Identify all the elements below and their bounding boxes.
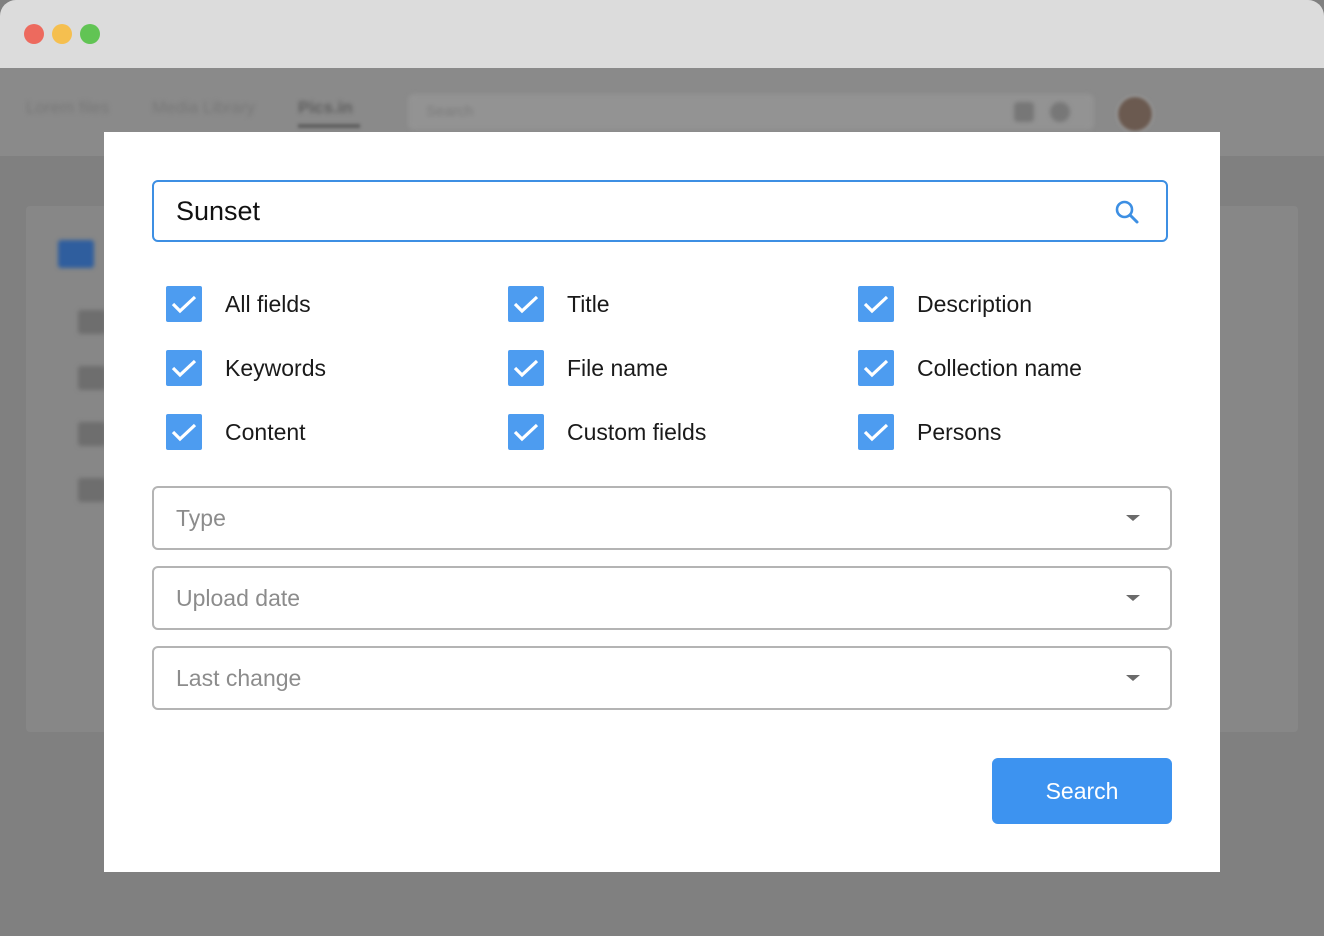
chevron-down-icon [1126,595,1140,601]
checkbox-label: File name [567,354,668,381]
checkbox-label: Keywords [225,354,326,381]
checkbox-content[interactable]: Content [166,412,306,452]
type-select-placeholder: Type [176,505,226,531]
avatar [1116,95,1154,133]
search-icon [1050,102,1070,122]
search-field [152,180,1168,242]
tab-lorem-files: Lorem files [26,98,110,117]
search-icon[interactable] [1114,199,1140,225]
active-tab-indicator [298,124,360,128]
checkbox-checked[interactable] [166,350,202,386]
checkbox-checked[interactable] [508,350,544,386]
checkbox-label: Content [225,418,306,445]
checkbox-checked[interactable] [858,286,894,322]
tab-media-library: Media Library [152,98,255,117]
advanced-search-modal: All fields Title Description Keywords Fi… [104,132,1220,872]
checkbox-label: Title [567,290,610,317]
upload-date-select-placeholder: Upload date [176,585,301,611]
checkbox-description[interactable]: Description [858,284,1032,324]
checkbox-label: Description [917,290,1033,317]
last-change-select[interactable]: Last change [152,646,1172,710]
checkbox-label: Collection name [917,354,1082,381]
folder-icon [78,422,106,446]
checkbox-checked[interactable] [858,414,894,450]
checkbox-checked[interactable] [508,286,544,322]
checkbox-checked[interactable] [508,414,544,450]
checkbox-collection-name[interactable]: Collection name [858,348,1082,388]
chevron-down-icon [1126,515,1140,521]
checkbox-checked[interactable] [166,414,202,450]
last-change-select-placeholder: Last change [176,665,302,691]
checkbox-title[interactable]: Title [508,284,610,324]
checkbox-label: All fields [225,290,311,317]
tab-pics-in: Pics.in [298,98,353,117]
upload-date-select[interactable]: Upload date [152,566,1172,630]
maximize-window-button[interactable] [80,24,100,44]
folder-icon [58,240,94,268]
checkbox-label: Custom fields [567,418,707,445]
checkbox-checked[interactable] [858,350,894,386]
grid-icon [1014,102,1034,122]
folder-icon [78,310,106,334]
checkbox-file-name[interactable]: File name [508,348,668,388]
folder-icon [78,366,106,390]
close-window-button[interactable] [24,24,44,44]
type-select[interactable]: Type [152,486,1172,550]
app-search-placeholder: Search [426,103,474,120]
minimize-window-button[interactable] [52,24,72,44]
chevron-down-icon [1126,675,1140,681]
search-button[interactable]: Search [992,758,1172,824]
checkbox-all-fields[interactable]: All fields [166,284,311,324]
checkbox-checked[interactable] [166,286,202,322]
checkbox-persons[interactable]: Persons [858,412,1001,452]
app-search-bar: Search [408,94,1094,130]
checkbox-label: Persons [917,418,1002,445]
folder-icon [78,478,106,502]
checkbox-custom-fields[interactable]: Custom fields [508,412,706,452]
search-input[interactable] [176,182,1076,240]
checkbox-keywords[interactable]: Keywords [166,348,326,388]
window-titlebar [0,0,1324,68]
